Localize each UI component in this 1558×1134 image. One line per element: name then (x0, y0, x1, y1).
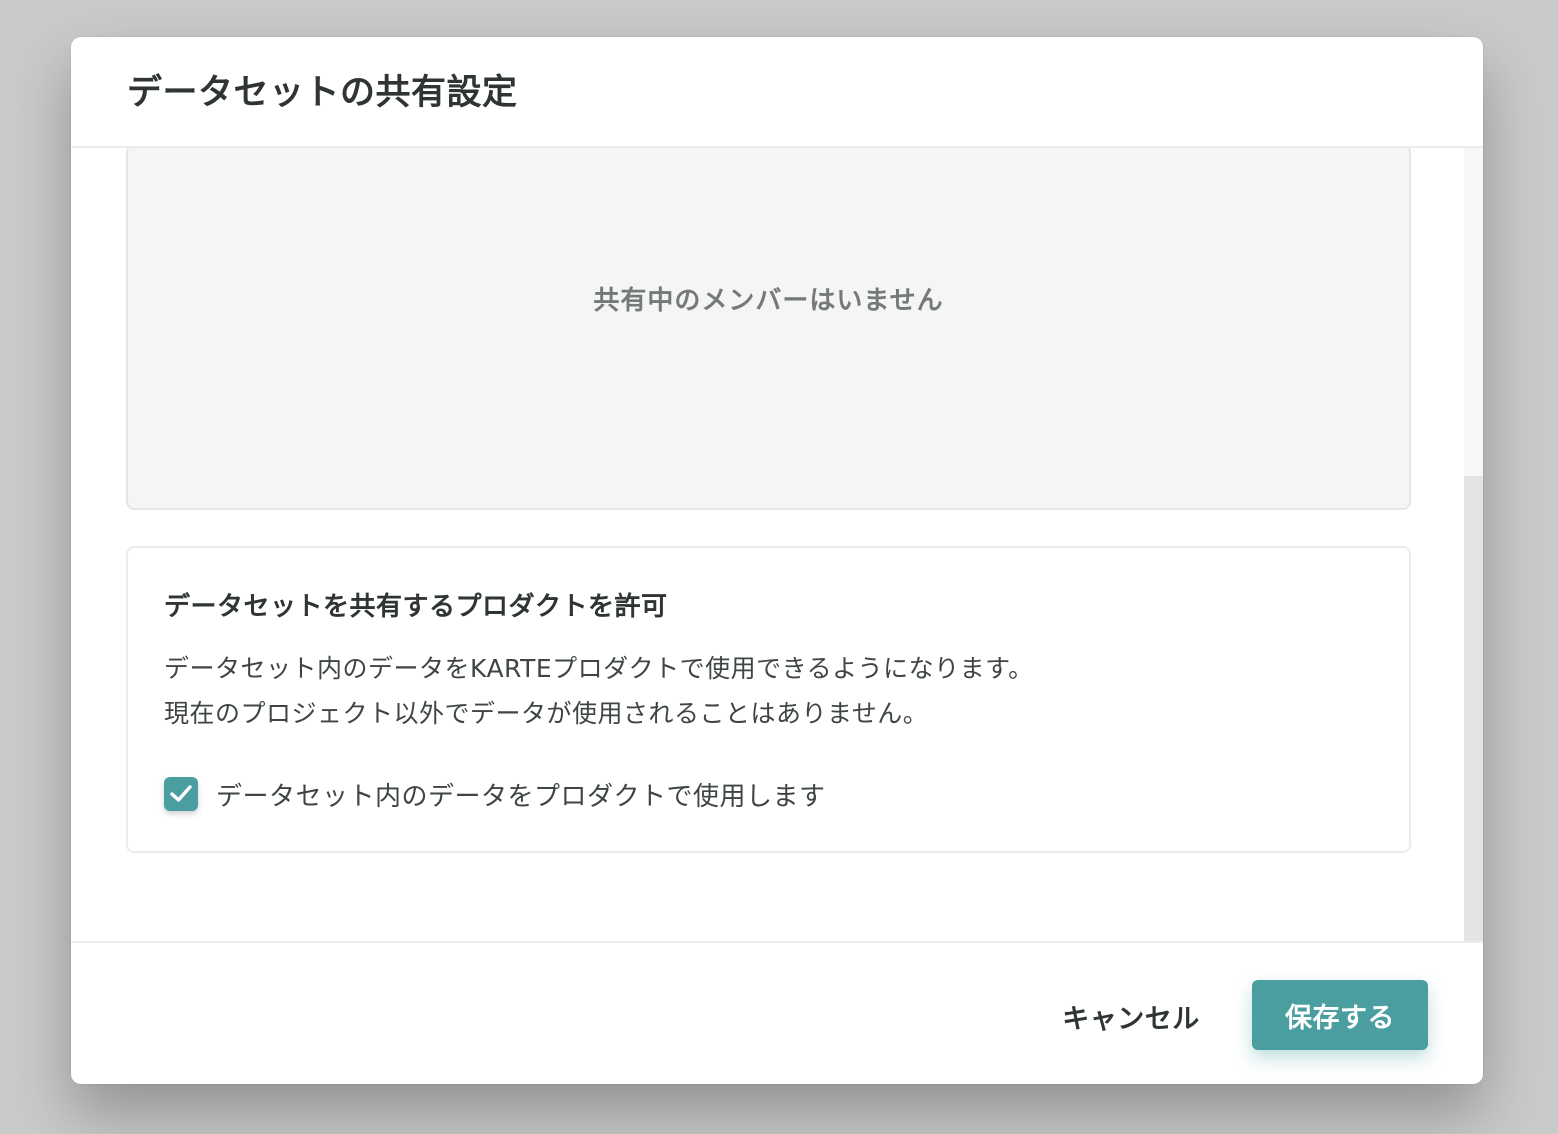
product-permission-description: データセット内のデータをKARTEプロダクトで使用できるようになります。 現在の… (164, 646, 1034, 736)
description-line: 現在のプロジェクト以外でデータが使用されることはありません。 (164, 699, 929, 728)
dialog-scrollbar[interactable] (1464, 148, 1483, 941)
use-in-product-checkbox[interactable] (164, 777, 198, 811)
use-in-product-option[interactable]: データセット内のデータをプロダクトで使用します (164, 774, 826, 814)
empty-members-message: 共有中のメンバーはいません (593, 286, 944, 316)
scrollbar-thumb[interactable] (1464, 476, 1483, 941)
dialog-header: データセットの共有設定 (71, 37, 1483, 148)
save-button[interactable]: 保存する (1252, 980, 1428, 1050)
checkmark-icon (170, 785, 192, 802)
product-permission-card: データセットを共有するプロダクトを許可 データセット内のデータをKARTEプロダ… (126, 546, 1411, 853)
dialog-body: 共有中のメンバーはいません データセットを共有するプロダクトを許可 データセット… (71, 148, 1483, 941)
cancel-button[interactable]: キャンセル (1051, 983, 1211, 1049)
description-line: データセット内のデータをKARTEプロダクトで使用できるようになります。 (164, 654, 1034, 683)
dialog-title: データセットの共有設定 (127, 73, 518, 113)
shared-members-list: 共有中のメンバーはいません (126, 148, 1411, 510)
use-in-product-label[interactable]: データセット内のデータをプロダクトで使用します (216, 776, 826, 813)
share-settings-dialog: データセットの共有設定 共有中のメンバーはいません データセットを共有するプロダ… (71, 37, 1483, 1084)
dialog-footer: キャンセル 保存する (71, 941, 1483, 1084)
product-permission-title: データセットを共有するプロダクトを許可 (164, 592, 668, 622)
